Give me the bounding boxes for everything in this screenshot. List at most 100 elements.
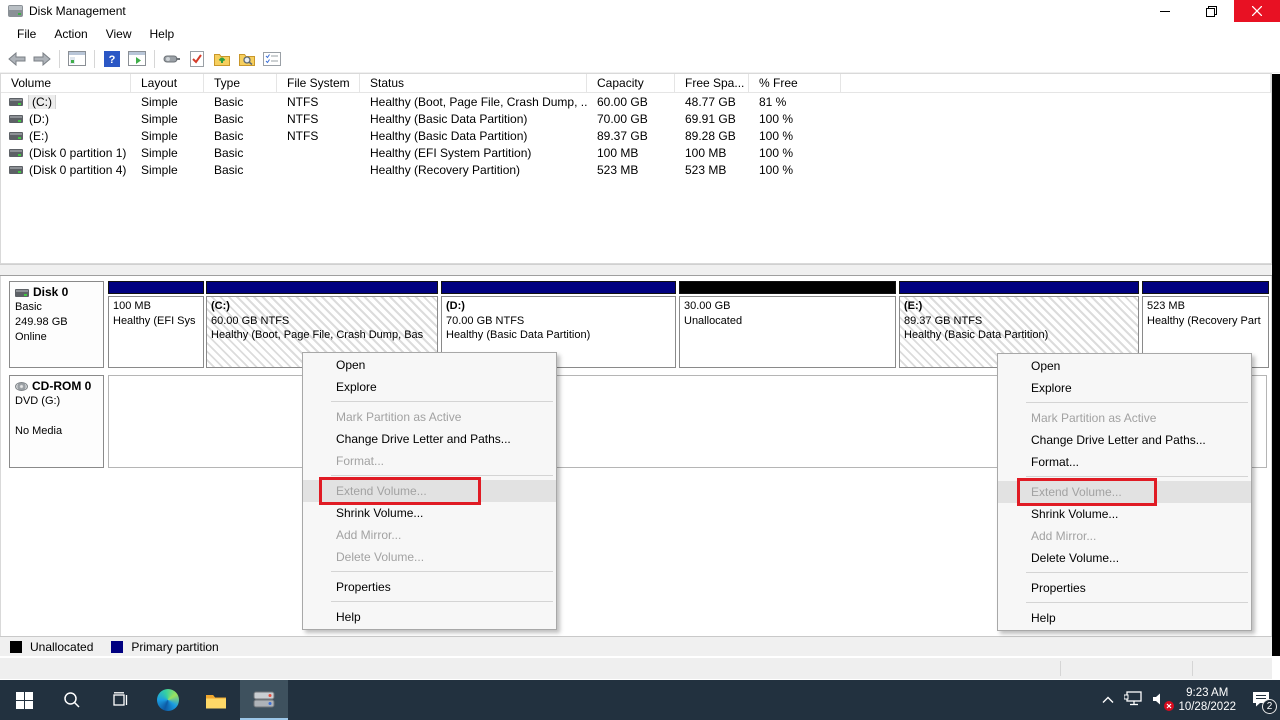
- disk-management-taskbar-icon[interactable]: [240, 680, 288, 720]
- action-pane-icon[interactable]: [126, 48, 148, 70]
- menu-item-change-drive-letter[interactable]: Change Drive Letter and Paths...: [998, 429, 1251, 451]
- forward-arrow-icon[interactable]: [31, 48, 53, 70]
- col-capacity[interactable]: Capacity: [587, 74, 675, 92]
- taskbar: [0, 680, 1280, 720]
- legend-unallocated-label: Unallocated: [30, 640, 93, 654]
- partition-efi[interactable]: 100 MB Healthy (EFI Sys: [108, 281, 204, 368]
- minimize-button[interactable]: [1142, 0, 1188, 22]
- volume-list-pane: Volume Layout Type File System Status Ca…: [0, 73, 1272, 264]
- action-center-icon[interactable]: 2: [1252, 691, 1270, 710]
- menu-action[interactable]: Action: [45, 24, 96, 44]
- console-tree-icon[interactable]: [66, 48, 88, 70]
- menu-item-properties[interactable]: Properties: [303, 576, 556, 598]
- menu-view[interactable]: View: [97, 24, 141, 44]
- help-icon[interactable]: ?: [101, 48, 123, 70]
- hdd-icon: [9, 98, 23, 106]
- hdd-icon: [9, 149, 23, 157]
- task-view-icon[interactable]: [96, 680, 144, 720]
- file-explorer-icon[interactable]: [192, 680, 240, 720]
- device-viewer-icon[interactable]: [161, 48, 183, 70]
- pane-splitter[interactable]: [0, 264, 1272, 276]
- col-status[interactable]: Status: [360, 74, 587, 92]
- svg-text:?: ?: [109, 54, 116, 66]
- col-pct-free[interactable]: % Free: [749, 74, 841, 92]
- menu-item-explore[interactable]: Explore: [303, 376, 556, 398]
- partition-color-bar: [441, 281, 676, 294]
- disk0-label[interactable]: Disk 0 Basic 249.98 GB Online: [9, 281, 104, 368]
- clock[interactable]: 9:23 AM 10/28/2022: [1178, 686, 1236, 714]
- menu-item-format[interactable]: Format...: [998, 451, 1251, 473]
- folder-up-icon[interactable]: [211, 48, 233, 70]
- restore-button[interactable]: [1188, 0, 1234, 22]
- partition-color-bar: [1142, 281, 1269, 294]
- window-edge: [1272, 74, 1280, 656]
- col-file-system[interactable]: File System: [277, 74, 360, 92]
- volume-row-e[interactable]: (E:) Simple Basic NTFS Healthy (Basic Da…: [1, 127, 1271, 144]
- volume-row-partition4[interactable]: (Disk 0 partition 4) Simple Basic Health…: [1, 161, 1271, 178]
- partition-unallocated[interactable]: 30.00 GB Unallocated: [679, 281, 896, 368]
- search-icon[interactable]: [48, 680, 96, 720]
- network-icon[interactable]: [1124, 691, 1142, 709]
- menu-separator: [303, 398, 556, 406]
- menu-item-extend-volume: Extend Volume...: [303, 480, 556, 502]
- menu-file[interactable]: File: [8, 24, 45, 44]
- back-arrow-icon[interactable]: [6, 48, 28, 70]
- menu-item-shrink-volume[interactable]: Shrink Volume...: [303, 502, 556, 524]
- col-volume[interactable]: Volume: [1, 74, 131, 92]
- status-bar: [0, 656, 1272, 679]
- notification-badge: 2: [1262, 699, 1277, 714]
- legend-primary-swatch: [111, 641, 123, 653]
- menu-help[interactable]: Help: [141, 24, 184, 44]
- col-layout[interactable]: Layout: [131, 74, 204, 92]
- menu-item-help[interactable]: Help: [998, 607, 1251, 629]
- disk-management-app-icon: [8, 5, 23, 17]
- menu-item-explore[interactable]: Explore: [998, 377, 1251, 399]
- legend-unallocated-swatch: [10, 641, 22, 653]
- col-free-space[interactable]: Free Spa...: [675, 74, 749, 92]
- menu-item-mark-partition-active: Mark Partition as Active: [998, 407, 1251, 429]
- menu-separator: [998, 473, 1251, 481]
- properties-list-icon[interactable]: [261, 48, 283, 70]
- menu-item-delete-volume: Delete Volume...: [303, 546, 556, 568]
- context-menu-c: Open Explore Mark Partition as Active Ch…: [302, 352, 557, 630]
- system-tray: 9:23 AM 10/28/2022 2: [1102, 680, 1280, 720]
- menu-item-add-mirror: Add Mirror...: [998, 525, 1251, 547]
- volume-muted-icon[interactable]: [1152, 692, 1168, 709]
- tray-date: 10/28/2022: [1178, 700, 1236, 714]
- menu-item-delete-volume[interactable]: Delete Volume...: [998, 547, 1251, 569]
- menu-separator: [998, 599, 1251, 607]
- menu-item-properties[interactable]: Properties: [998, 577, 1251, 599]
- menu-item-open[interactable]: Open: [303, 354, 556, 376]
- toolbar: ?: [0, 45, 1280, 73]
- check-disk-icon[interactable]: [186, 48, 208, 70]
- context-menu-e: Open Explore Mark Partition as Active Ch…: [997, 353, 1252, 631]
- menu-item-format: Format...: [303, 450, 556, 472]
- menu-item-change-drive-letter[interactable]: Change Drive Letter and Paths...: [303, 428, 556, 450]
- folder-search-icon[interactable]: [236, 48, 258, 70]
- window-title: Disk Management: [29, 4, 126, 18]
- cdrom-label[interactable]: CD-ROM 0 DVD (G:) No Media: [9, 375, 104, 468]
- menu-item-open[interactable]: Open: [998, 355, 1251, 377]
- menu-separator: [303, 568, 556, 576]
- volume-row-partition1[interactable]: (Disk 0 partition 1) Simple Basic Health…: [1, 144, 1271, 161]
- menu-separator: [303, 598, 556, 606]
- menu-separator: [303, 472, 556, 480]
- partition-color-bar: [206, 281, 438, 294]
- cdrom-icon: [15, 382, 28, 391]
- col-type[interactable]: Type: [204, 74, 277, 92]
- legend-bar: Unallocated Primary partition: [0, 636, 1272, 656]
- menu-item-shrink-volume[interactable]: Shrink Volume...: [998, 503, 1251, 525]
- tray-chevron-icon[interactable]: [1102, 693, 1114, 707]
- volume-row-c[interactable]: (C:) Simple Basic NTFS Healthy (Boot, Pa…: [1, 93, 1271, 110]
- volume-row-d[interactable]: (D:) Simple Basic NTFS Healthy (Basic Da…: [1, 110, 1271, 127]
- menu-separator: [998, 569, 1251, 577]
- hdd-icon: [9, 132, 23, 140]
- close-button[interactable]: [1234, 0, 1280, 22]
- menu-item-help[interactable]: Help: [303, 606, 556, 628]
- edge-browser-icon[interactable]: [144, 680, 192, 720]
- menu-separator: [998, 399, 1251, 407]
- tray-time: 9:23 AM: [1178, 686, 1236, 700]
- start-button[interactable]: [0, 680, 48, 720]
- menu-item-add-mirror: Add Mirror...: [303, 524, 556, 546]
- title-bar: Disk Management: [0, 0, 1280, 22]
